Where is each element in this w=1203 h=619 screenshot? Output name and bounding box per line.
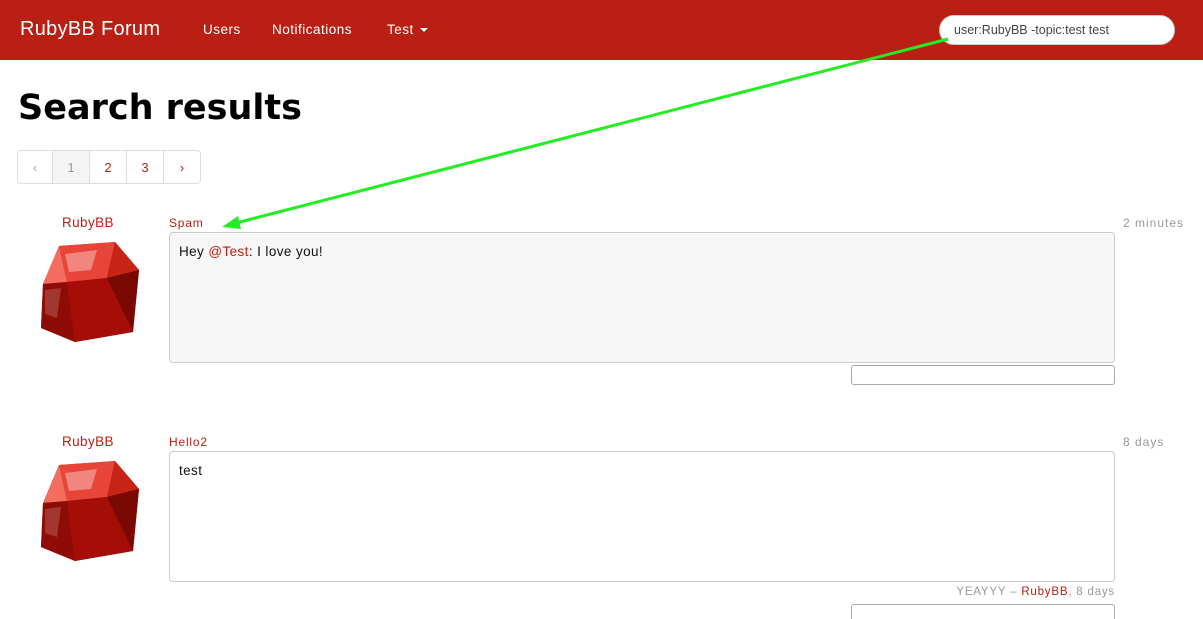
signature-text: YEAYYY – — [956, 586, 1022, 598]
post-body: test — [169, 451, 1115, 582]
annotation-arrow-line — [235, 37, 949, 225]
pagination-page-2[interactable]: 2 — [89, 151, 126, 183]
ruby-gem-icon[interactable] — [37, 459, 141, 563]
post-signature: YEAYYY – RubyBB, 8 days — [956, 586, 1115, 598]
post-topic-link[interactable]: Spam — [169, 216, 204, 230]
nav-users-link[interactable]: Users — [203, 22, 241, 37]
user-dropdown-toggle[interactable]: Test — [387, 22, 428, 37]
signature-user-link[interactable]: RubyBB — [1021, 586, 1068, 598]
brand-link[interactable]: RubyBB Forum — [20, 18, 160, 41]
search-input[interactable] — [939, 15, 1175, 45]
post-timestamp: 8 days — [1123, 435, 1165, 449]
post-body-text-suffix: : I love you! — [248, 244, 324, 259]
user-mention-link[interactable]: @Test — [208, 244, 248, 259]
ruby-gem-icon[interactable] — [37, 240, 141, 344]
user-dropdown-label: Test — [387, 22, 414, 37]
post-action-input[interactable] — [851, 604, 1115, 619]
caret-down-icon — [419, 28, 428, 32]
pagination-page-1[interactable]: 1 — [52, 151, 89, 183]
page-title: Search results — [18, 88, 302, 128]
post-body-text: Hey — [179, 244, 209, 259]
post-action-input[interactable] — [851, 365, 1115, 385]
nav-notifications-link[interactable]: Notifications — [272, 22, 352, 37]
pagination-page-3[interactable]: 3 — [126, 151, 163, 183]
pagination-next[interactable]: › — [163, 151, 200, 183]
post-topic-link[interactable]: Hello2 — [169, 435, 208, 449]
annotation-arrow-head — [222, 216, 241, 229]
post-author-link[interactable]: RubyBB — [62, 215, 114, 230]
post-timestamp: 2 minutes — [1123, 216, 1185, 230]
post-body: Hey @Test: I love you! — [169, 232, 1115, 363]
pagination-prev[interactable]: ‹ — [18, 151, 52, 183]
signature-time: , 8 days — [1068, 586, 1115, 598]
post-author-link[interactable]: RubyBB — [62, 434, 114, 449]
post-body-text: test — [179, 463, 203, 478]
top-navbar: RubyBB Forum Users Notifications Test — [0, 0, 1203, 60]
pagination: ‹ 1 2 3 › — [17, 150, 201, 184]
